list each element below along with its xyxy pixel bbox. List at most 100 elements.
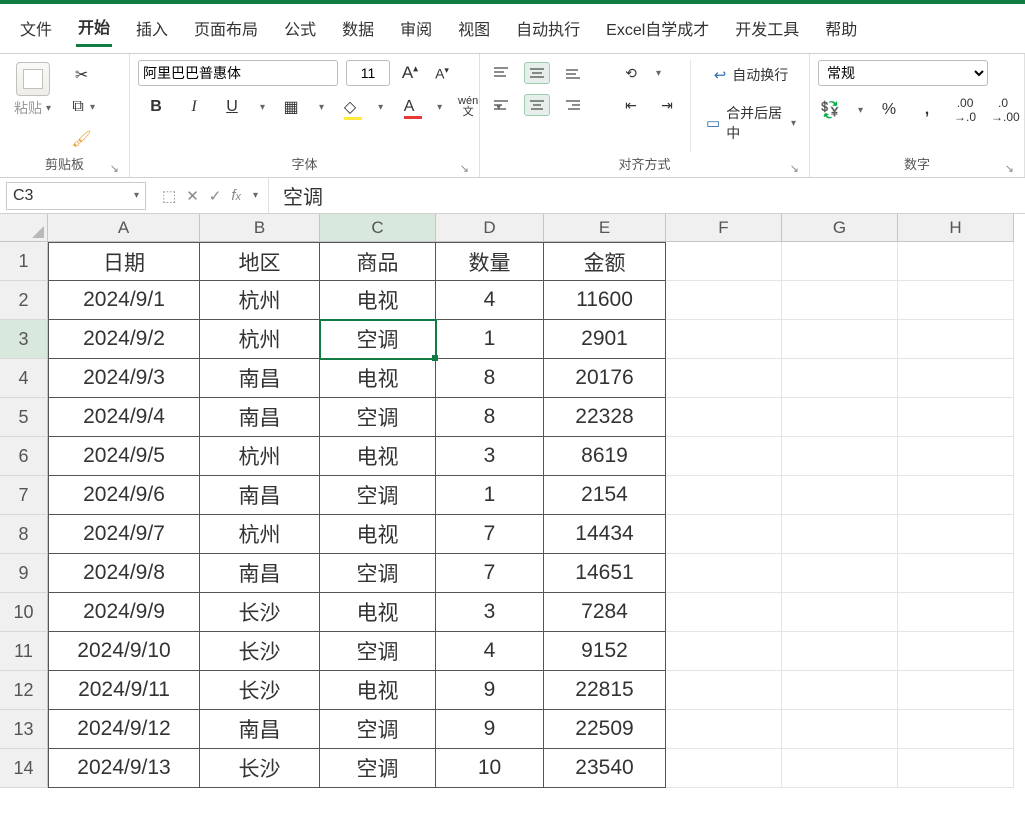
tab-3[interactable]: 页面布局 [192,14,260,46]
row-header-2[interactable]: 2 [0,281,48,320]
comma-icon[interactable]: , [915,101,939,119]
cell-F3[interactable] [666,320,782,359]
cell-H10[interactable] [898,593,1014,632]
tab-2[interactable]: 插入 [134,14,170,46]
cell-H2[interactable] [898,281,1014,320]
row-header-4[interactable]: 4 [0,359,48,398]
cell-H7[interactable] [898,476,1014,515]
cell-E9[interactable]: 14651 [544,554,666,593]
cell-E3[interactable]: 2901 [544,320,666,359]
cell-B2[interactable]: 杭州 [200,281,320,320]
cell-C8[interactable]: 电视 [320,515,436,554]
spreadsheet-grid[interactable]: ABCDEFGH1日期地区商品数量金额22024/9/1杭州电视41160032… [0,214,1025,788]
cell-B13[interactable]: 南昌 [200,710,320,749]
dialog-launcher-icon[interactable]: ↘ [110,162,119,175]
dialog-launcher-icon[interactable]: ↘ [1005,162,1014,175]
select-all-corner[interactable] [0,214,48,242]
cell-C7[interactable]: 空调 [320,476,436,515]
cell-B10[interactable]: 长沙 [200,593,320,632]
cell-G8[interactable] [782,515,898,554]
cell-H1[interactable] [898,242,1014,281]
row-header-5[interactable]: 5 [0,398,48,437]
align-center-icon[interactable] [524,94,550,116]
cell-A11[interactable]: 2024/9/10 [48,632,200,671]
cell-F8[interactable] [666,515,782,554]
orientation-icon[interactable]: ⟲ [618,62,644,84]
row-header-11[interactable]: 11 [0,632,48,671]
cell-C13[interactable]: 空调 [320,710,436,749]
cell-mode-icon[interactable]: ⬚ [162,187,176,205]
cell-B5[interactable]: 南昌 [200,398,320,437]
col-header-E[interactable]: E [544,214,666,242]
cell-C3[interactable]: 空调 [320,320,436,359]
col-header-C[interactable]: C [320,214,436,242]
cell-A14[interactable]: 2024/9/13 [48,749,200,788]
phonetic-button[interactable]: wén文 [456,96,480,118]
font-color-button[interactable]: A [397,98,421,116]
cell-B4[interactable]: 南昌 [200,359,320,398]
tab-9[interactable]: Excel自学成才 [604,14,711,46]
tab-1[interactable]: 开始 [76,12,112,47]
cell-D13[interactable]: 9 [436,710,544,749]
cell-C14[interactable]: 空调 [320,749,436,788]
cell-E13[interactable]: 22509 [544,710,666,749]
cell-G5[interactable] [782,398,898,437]
cell-C4[interactable]: 电视 [320,359,436,398]
copy-button[interactable]: ⧉▾ [63,94,100,120]
number-format-combo[interactable]: 常规 [818,60,988,86]
row-header-1[interactable]: 1 [0,242,48,281]
cell-E2[interactable]: 11600 [544,281,666,320]
cell-G4[interactable] [782,359,898,398]
cell-H13[interactable] [898,710,1014,749]
italic-button[interactable]: I [182,98,206,116]
row-header-9[interactable]: 9 [0,554,48,593]
cell-F7[interactable] [666,476,782,515]
merge-center-button[interactable]: ▭ 合并后居中 ▾ [701,100,801,146]
tab-5[interactable]: 数据 [340,14,376,46]
cell-F11[interactable] [666,632,782,671]
cell-D11[interactable]: 4 [436,632,544,671]
cell-G3[interactable] [782,320,898,359]
cell-E6[interactable]: 8619 [544,437,666,476]
cell-D7[interactable]: 1 [436,476,544,515]
confirm-icon[interactable]: ✓ [209,187,222,205]
cell-F10[interactable] [666,593,782,632]
cell-G11[interactable] [782,632,898,671]
cell-H6[interactable] [898,437,1014,476]
cell-B3[interactable]: 杭州 [200,320,320,359]
cell-F9[interactable] [666,554,782,593]
cell-C2[interactable]: 电视 [320,281,436,320]
cell-C1[interactable]: 商品 [320,242,436,281]
underline-button[interactable]: U [220,98,244,116]
cell-G14[interactable] [782,749,898,788]
cell-H8[interactable] [898,515,1014,554]
cell-B9[interactable]: 南昌 [200,554,320,593]
cell-A5[interactable]: 2024/9/4 [48,398,200,437]
cell-F13[interactable] [666,710,782,749]
tab-11[interactable]: 帮助 [823,14,859,46]
cell-F2[interactable] [666,281,782,320]
cell-E5[interactable]: 22328 [544,398,666,437]
paste-label[interactable]: 粘贴 [14,98,42,118]
cell-A3[interactable]: 2024/9/2 [48,320,200,359]
cell-C6[interactable]: 电视 [320,437,436,476]
decrease-indent-icon[interactable]: ⇤ [618,94,644,116]
font-name-combo[interactable] [138,60,338,86]
wrap-text-button[interactable]: ↩ 自动换行 [701,62,801,88]
cell-F14[interactable] [666,749,782,788]
cell-A10[interactable]: 2024/9/9 [48,593,200,632]
increase-font-icon[interactable]: A▴ [398,63,422,83]
col-header-B[interactable]: B [200,214,320,242]
name-box[interactable]: C3 ▾ [6,182,146,210]
cell-F12[interactable] [666,671,782,710]
cell-A8[interactable]: 2024/9/7 [48,515,200,554]
cell-C9[interactable]: 空调 [320,554,436,593]
align-bottom-icon[interactable] [560,62,586,84]
fill-color-button[interactable]: ◇ [338,97,362,117]
percent-icon[interactable]: % [877,101,901,119]
cell-D5[interactable]: 8 [436,398,544,437]
align-left-icon[interactable] [488,94,514,116]
cell-E8[interactable]: 14434 [544,515,666,554]
cell-A7[interactable]: 2024/9/6 [48,476,200,515]
dialog-launcher-icon[interactable]: ↘ [460,162,469,175]
